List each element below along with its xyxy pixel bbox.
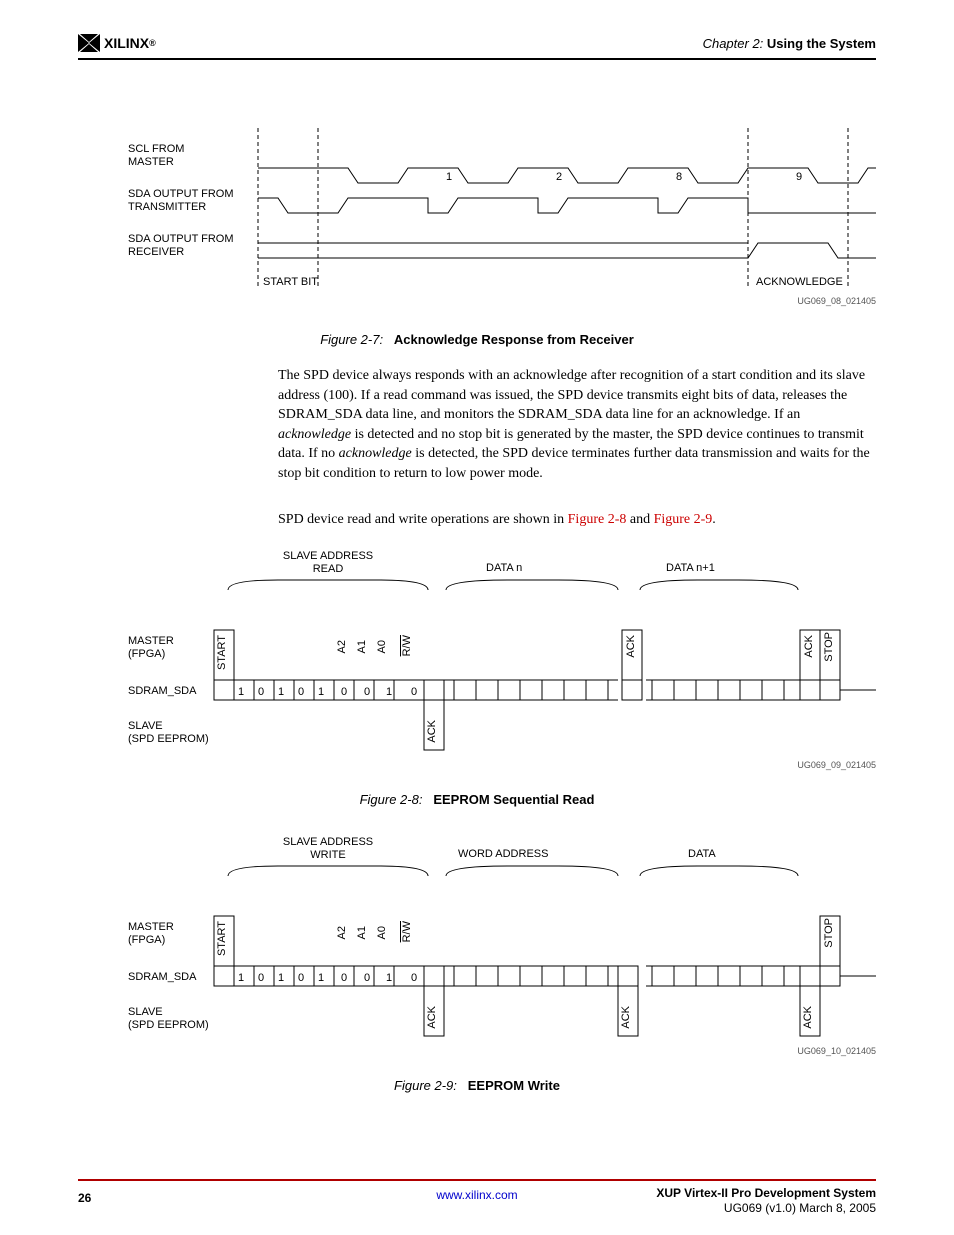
svg-text:1: 1 (318, 972, 324, 984)
fig8-slave-label: SLAVE (SPD EEPROM) (128, 720, 209, 746)
fig7-bit-1: 1 (446, 171, 452, 183)
fig9-slave-label: SLAVE (SPD EEPROM) (128, 1006, 209, 1032)
fig7-label-sda-rx: SDA OUTPUT FROM RECEIVER (128, 233, 234, 259)
fig9-data-label: DATA (688, 848, 716, 861)
fig9-caption-num: Figure 2-9: (394, 1078, 457, 1093)
fig8-id: UG069_09_021405 (797, 760, 876, 770)
fig7-bit-9: 9 (796, 171, 802, 183)
body-para-1: The SPD device always responds with an a… (278, 366, 876, 484)
svg-text:1: 1 (278, 686, 284, 698)
fig7-start-label: START BIT (263, 276, 318, 289)
svg-text:0: 0 (341, 686, 347, 698)
logo-text: XILINX (104, 35, 149, 51)
svg-text:0: 0 (298, 972, 304, 984)
svg-text:1: 1 (278, 972, 284, 984)
fig8-caption: Figure 2-8: EEPROM Sequential Read (0, 792, 954, 807)
svg-text:1: 1 (238, 686, 244, 698)
fig9-id: UG069_10_021405 (797, 1046, 876, 1056)
fig7-bit-2: 2 (556, 171, 562, 183)
footer-link[interactable]: www.xilinx.com (436, 1188, 517, 1202)
fig7-label-scl: SCL FROM MASTER (128, 143, 184, 169)
chapter-title: Using the System (767, 36, 876, 51)
fig8-data-n-label: DATA n (486, 562, 522, 575)
fig9-word-label: WORD ADDRESS (458, 848, 548, 861)
svg-text:0: 0 (364, 686, 370, 698)
svg-text:1: 1 (386, 686, 392, 698)
logo-reg: ® (149, 38, 156, 48)
fig9-rw-vlabel: R/W (401, 921, 413, 942)
fig7-caption: Figure 2-7: Acknowledge Response from Re… (0, 332, 954, 347)
svg-text:0: 0 (411, 686, 417, 698)
fig8-caption-title: EEPROM Sequential Read (433, 792, 594, 807)
xilinx-logo-icon (78, 34, 100, 52)
fig8-master-label: MASTER (FPGA) (128, 635, 174, 661)
fig9-caption: Figure 2-9: EEPROM Write (0, 1078, 954, 1093)
header-rule (78, 58, 876, 60)
header-chapter: Chapter 2: Using the System (703, 36, 876, 51)
fig7-bit-8: 8 (676, 171, 682, 183)
svg-text:0: 0 (411, 972, 417, 984)
xref-fig-2-8[interactable]: Figure 2-8 (568, 512, 627, 527)
fig9-ack3-vlabel: ACK (802, 1006, 814, 1029)
fig7-caption-title: Acknowledge Response from Receiver (394, 332, 634, 347)
figure-2-9: SLAVE ADDRESS WRITE WORD ADDRESS DATA MA… (128, 866, 876, 1096)
fig7-timing-diagram: 1 2 8 9 (128, 128, 876, 298)
fig9-a1-vlabel: A1 (356, 926, 368, 939)
fig9-a0-vlabel: A0 (376, 926, 388, 939)
fig9-diagram: 1 0 1 0 1 0 0 1 0 (128, 866, 876, 1046)
fig9-slave-addr-label: SLAVE ADDRESS WRITE (273, 836, 383, 862)
fig8-data-n1-label: DATA n+1 (666, 562, 715, 575)
fig8-a0-vlabel: A0 (376, 640, 388, 653)
fig9-sda-label: SDRAM_SDA (128, 971, 196, 984)
xref-fig-2-9[interactable]: Figure 2-9 (654, 512, 713, 527)
svg-text:1: 1 (238, 972, 244, 984)
fig9-stop-vlabel: STOP (823, 918, 835, 948)
svg-text:0: 0 (364, 972, 370, 984)
fig9-master-label: MASTER (FPGA) (128, 921, 174, 947)
fig8-slave-ack-vlabel: ACK (426, 720, 438, 743)
fig8-master-ack1-vlabel: ACK (625, 635, 637, 658)
fig8-slave-addr-label: SLAVE ADDRESS READ (273, 550, 383, 576)
fig8-a2-vlabel: A2 (336, 640, 348, 653)
fig8-sda-label: SDRAM_SDA (128, 685, 196, 698)
fig7-ack-label: ACKNOWLEDGE (756, 276, 843, 289)
fig9-ack1-vlabel: ACK (426, 1006, 438, 1029)
fig8-rw-vlabel: R/W (401, 635, 413, 656)
svg-text:0: 0 (341, 972, 347, 984)
fig9-caption-title: EEPROM Write (468, 1078, 560, 1093)
fig8-start-vlabel: START (216, 635, 228, 670)
svg-text:1: 1 (386, 972, 392, 984)
fig7-label-sda-tx: SDA OUTPUT FROM TRANSMITTER (128, 188, 234, 214)
footer-right: XUP Virtex-II Pro Development System UG0… (656, 1186, 876, 1217)
fig8-a1-vlabel: A1 (356, 640, 368, 653)
fig8-stop-vlabel: STOP (823, 632, 835, 662)
fig9-ack2-vlabel: ACK (620, 1006, 632, 1029)
fig9-a2-vlabel: A2 (336, 926, 348, 939)
fig7-id: UG069_08_021405 (797, 296, 876, 306)
body-para-2: SPD device read and write operations are… (278, 510, 876, 530)
fig8-master-ack2-vlabel: ACK (803, 635, 815, 658)
chapter-prefix: Chapter 2: (703, 36, 764, 51)
fig9-start-vlabel: START (216, 921, 228, 956)
fig8-caption-num: Figure 2-8: (360, 792, 423, 807)
fig8-diagram: 1 0 1 0 1 0 0 1 0 (128, 580, 876, 760)
figure-2-7: SCL FROM MASTER SDA OUTPUT FROM TRANSMIT… (128, 128, 876, 308)
xilinx-logo: XILINX ® (78, 34, 156, 52)
svg-text:0: 0 (298, 686, 304, 698)
svg-text:0: 0 (258, 972, 264, 984)
svg-text:1: 1 (318, 686, 324, 698)
figure-2-8: SLAVE ADDRESS READ DATA n DATA n+1 MASTE… (128, 580, 876, 810)
fig7-caption-num: Figure 2-7: (320, 332, 383, 347)
svg-text:0: 0 (258, 686, 264, 698)
footer-rule (78, 1179, 876, 1181)
footer-title: XUP Virtex-II Pro Development System (656, 1186, 876, 1200)
footer-version: UG069 (v1.0) March 8, 2005 (724, 1201, 876, 1215)
